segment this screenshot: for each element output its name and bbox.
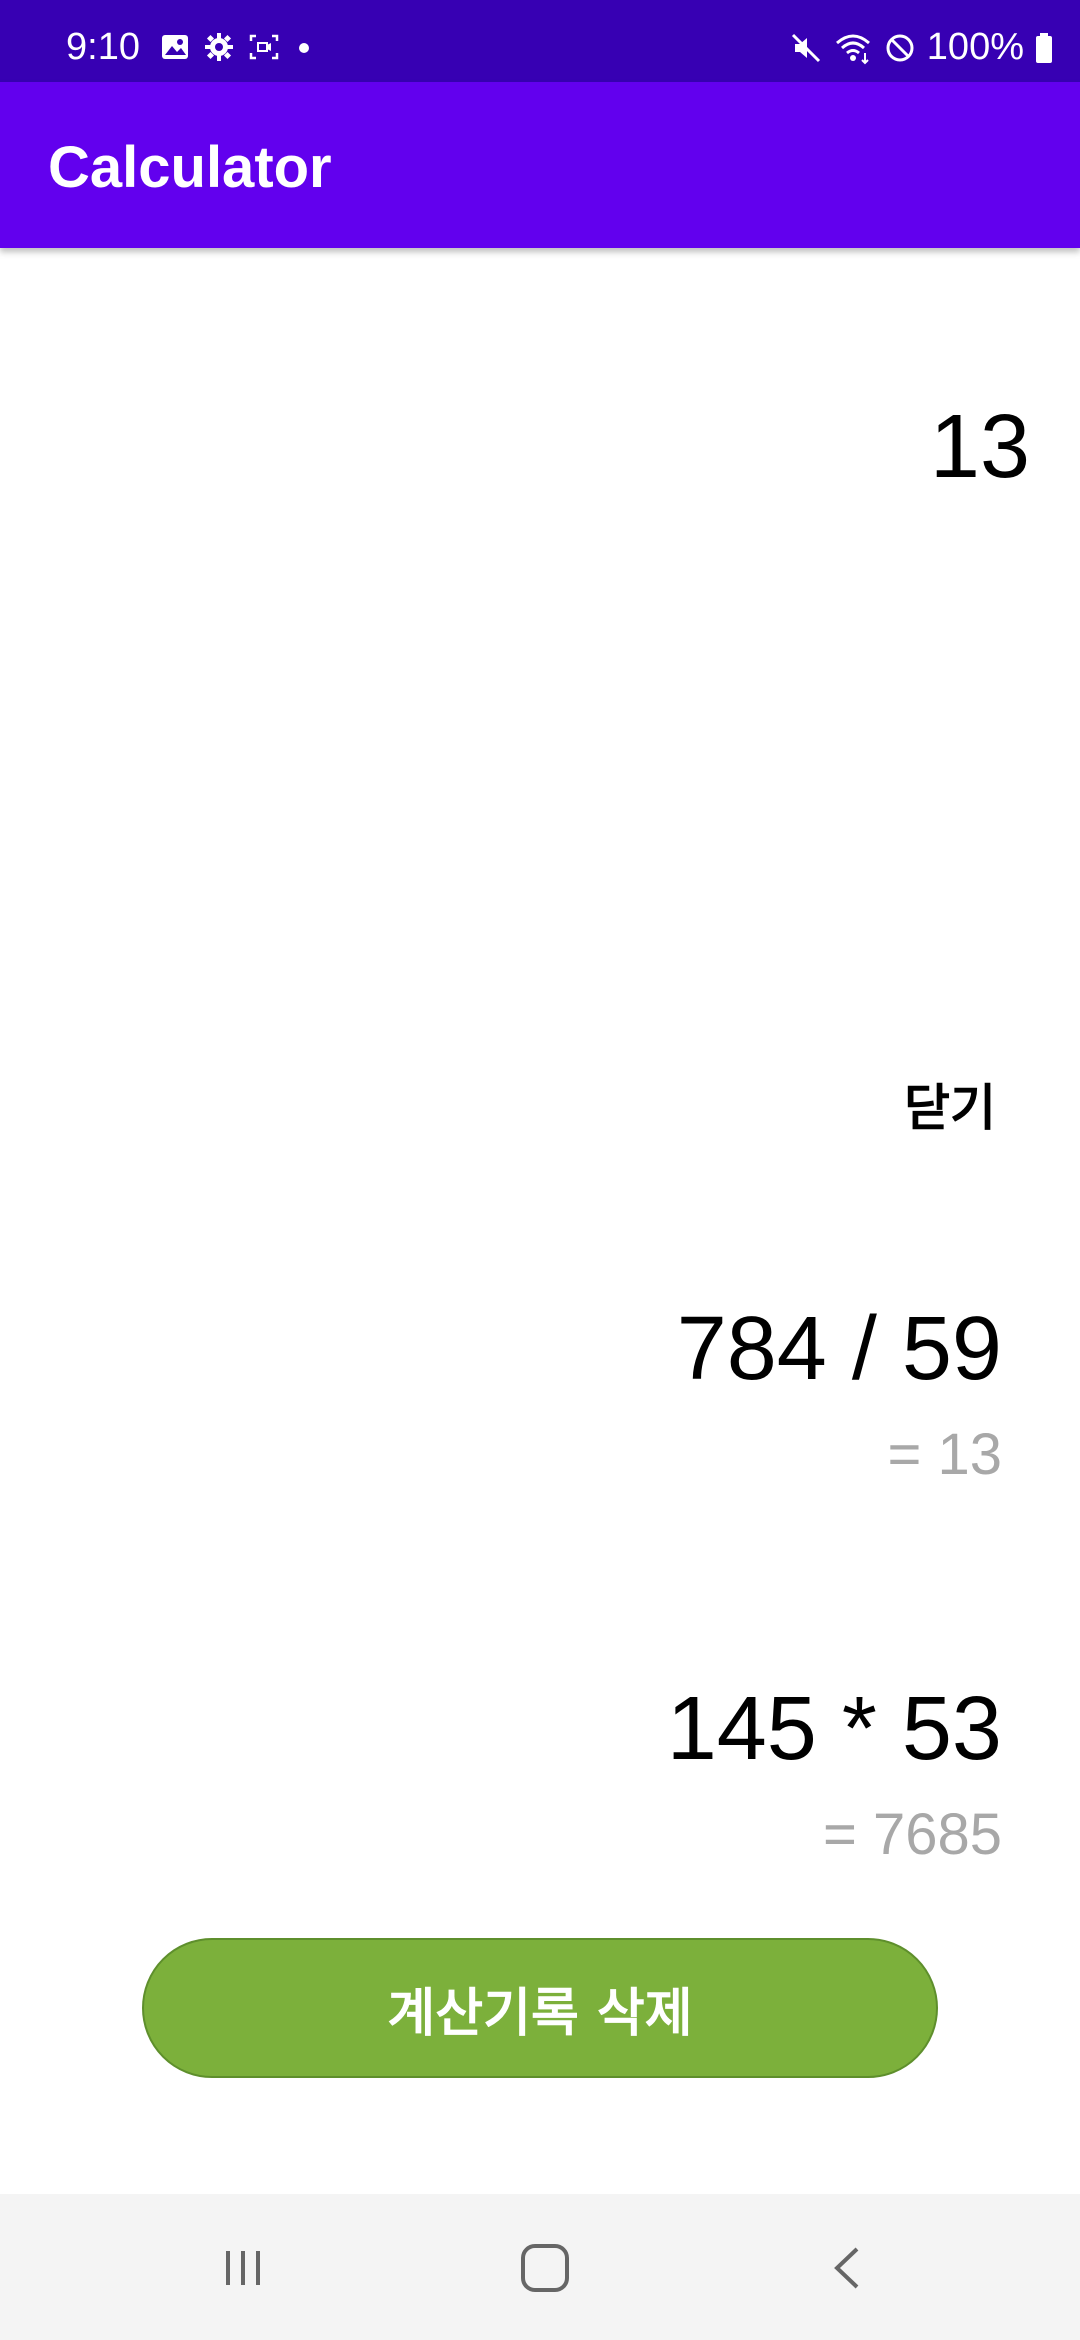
history-expression: 784 / 59 <box>676 1299 1002 1399</box>
battery-percent: 100% <box>926 26 1024 68</box>
status-right: 100% <box>789 26 1054 69</box>
back-icon[interactable] <box>808 2238 888 2298</box>
home-icon[interactable] <box>505 2238 585 2298</box>
clear-history-button[interactable]: 계산기록 삭제 <box>142 1938 938 2078</box>
status-left-icons <box>160 32 314 62</box>
history-item[interactable]: 145 * 53 = 7685 <box>667 1684 1002 1864</box>
screen-record-icon <box>248 32 280 62</box>
history-result: = 7685 <box>822 1802 1002 1867</box>
app-title: Calculator <box>48 135 332 200</box>
mute-icon <box>789 31 823 65</box>
block-icon <box>883 31 917 65</box>
status-time: 9:10 <box>66 26 140 68</box>
history-item[interactable]: 784 / 59 = 13 <box>677 1304 1002 1484</box>
gear-icon <box>204 32 234 62</box>
history-expression: 145 * 53 <box>666 1679 1002 1779</box>
image-icon <box>160 32 190 62</box>
dot-icon <box>294 32 314 62</box>
wifi-icon <box>833 31 873 65</box>
recent-apps-icon[interactable] <box>203 2238 283 2298</box>
navigation-bar <box>0 2194 1080 2340</box>
battery-icon <box>1034 31 1054 65</box>
status-bar: 9:10 100% <box>0 0 1080 82</box>
current-result-display: 13 <box>929 397 1030 497</box>
app-bar: Calculator <box>0 82 1080 248</box>
close-history-button[interactable]: 닫기 <box>904 1068 996 1140</box>
history-result: = 13 <box>887 1422 1003 1487</box>
